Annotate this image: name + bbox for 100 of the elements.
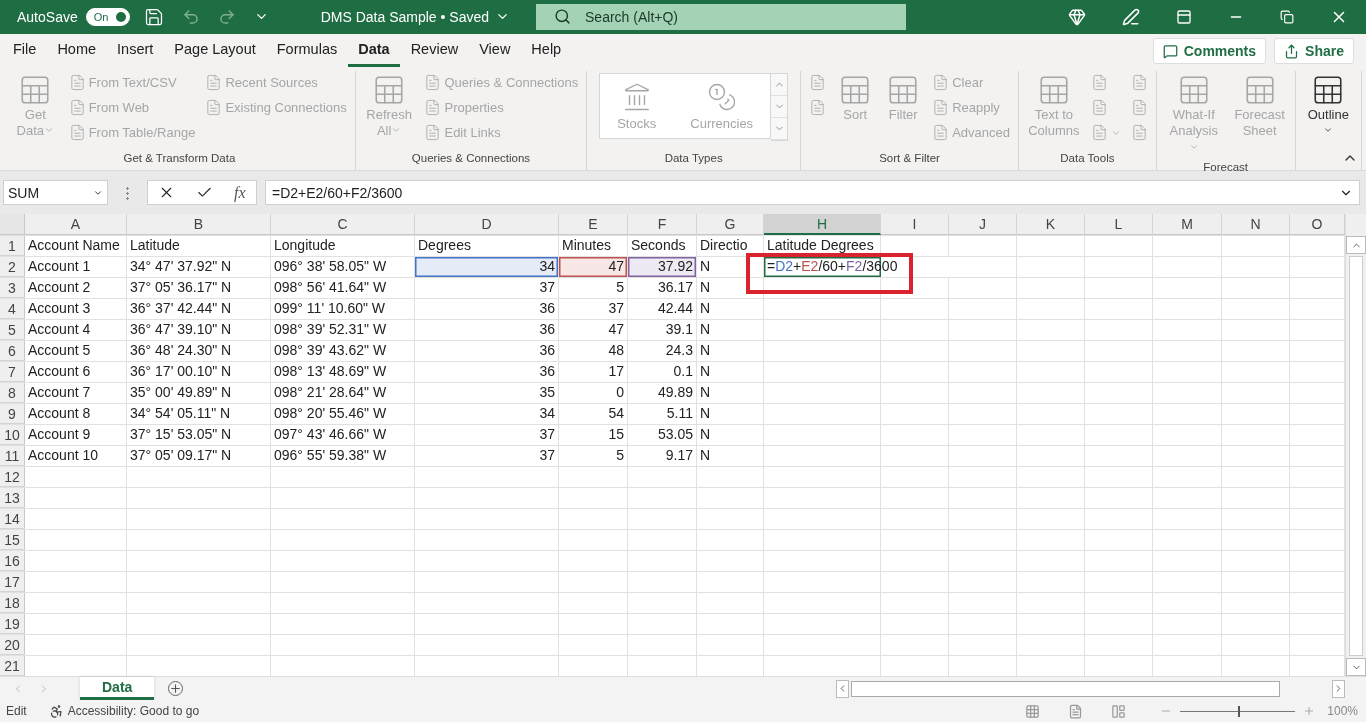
column-header[interactable]: B — [127, 214, 271, 236]
table-cell-text: 097° 43' 46.66" W — [273, 425, 388, 445]
row-header[interactable]: 2 — [0, 257, 25, 278]
column-header[interactable]: A — [25, 214, 127, 236]
column-header[interactable]: O — [1290, 214, 1345, 236]
scrollbar-thumb[interactable] — [1349, 256, 1363, 657]
row-header[interactable]: 17 — [0, 572, 25, 593]
column-header[interactable]: M — [1153, 214, 1222, 236]
accessibility-status[interactable]: Accessibility: Good to go — [48, 703, 200, 719]
ribbon-display-icon[interactable] — [1176, 8, 1192, 25]
table-cell-text: 0.1 — [672, 362, 694, 382]
table-cell-text: 36° 37' 42.44" N — [129, 299, 233, 319]
row-header[interactable]: 6 — [0, 341, 25, 362]
column-header[interactable]: I — [881, 214, 949, 236]
row-header[interactable]: 16 — [0, 551, 25, 572]
row-header[interactable]: 4 — [0, 299, 25, 320]
table-cell-text: 34° 47' 37.92" N — [129, 257, 233, 277]
table-cell-text: 36 — [538, 299, 556, 319]
document-icon — [1090, 99, 1108, 116]
group-label: Forecast — [1203, 159, 1249, 175]
column-header[interactable]: N — [1222, 214, 1290, 236]
insert-function-button[interactable]: fx — [234, 183, 246, 202]
table-cell-text: Account 8 — [27, 404, 92, 424]
row-header[interactable]: 3 — [0, 278, 25, 299]
pen-icon[interactable] — [1122, 7, 1140, 26]
row-header[interactable]: 20 — [0, 635, 25, 656]
table-cell: 34 — [415, 257, 558, 278]
row-header[interactable]: 1 — [0, 236, 25, 257]
table-cell-text: Longitude — [273, 236, 337, 256]
scroll-down-button[interactable] — [1346, 658, 1366, 677]
row-header[interactable]: 15 — [0, 530, 25, 551]
column-header[interactable]: G — [697, 214, 764, 236]
table-cell-text: Minutes — [561, 236, 613, 256]
column-header[interactable]: E — [559, 214, 628, 236]
column-header[interactable]: F — [628, 214, 697, 236]
table-cell-text: 37° 05' 36.17" N — [129, 278, 233, 298]
column-header[interactable]: D — [415, 214, 559, 236]
redo-icon[interactable] — [217, 7, 236, 26]
menu-tab[interactable]: Formulas — [266, 41, 348, 67]
row-header[interactable]: 10 — [0, 425, 25, 446]
column-header[interactable]: K — [1017, 214, 1085, 236]
ribbon-button[interactable]: Outline — [1301, 71, 1355, 142]
search-field[interactable]: Search (Alt+Q) — [536, 3, 907, 30]
column-header[interactable]: J — [949, 214, 1017, 236]
zoom-in-icon[interactable] — [1303, 705, 1316, 718]
menu-tab[interactable]: Review — [400, 41, 469, 67]
table-cell-text: 34° 54' 05.11" N — [129, 404, 232, 424]
table-cell-text: 098° 56' 41.64" W — [273, 278, 388, 298]
row-header[interactable]: 18 — [0, 593, 25, 614]
row-header[interactable]: 12 — [0, 467, 25, 488]
menu-tab[interactable]: View — [469, 41, 521, 67]
row-header[interactable]: 11 — [0, 446, 25, 467]
row-header[interactable]: 14 — [0, 509, 25, 530]
formula-field[interactable]: =D2+E2/60+F2/3600 — [265, 180, 1360, 206]
table-cell-text: 5.11 — [665, 404, 694, 424]
document-icon — [205, 99, 223, 116]
column-header[interactable]: C — [271, 214, 415, 236]
table-cell-text: Account 2 — [27, 278, 92, 298]
row-header[interactable]: 8 — [0, 383, 25, 404]
table-cell-text: 35 — [538, 383, 556, 403]
restore-icon[interactable] — [1280, 9, 1294, 24]
save-icon[interactable] — [143, 6, 164, 27]
share-button[interactable]: Share — [1274, 38, 1354, 64]
scroll-left-button[interactable] — [836, 679, 849, 698]
menu-tab[interactable]: Home — [47, 41, 107, 67]
document-icon — [424, 74, 442, 91]
page-break-icon[interactable] — [1111, 703, 1127, 719]
table-cell-text: N — [699, 257, 712, 277]
document-icon — [809, 74, 827, 91]
menu-tab[interactable]: Help — [521, 41, 572, 67]
column-header[interactable]: L — [1085, 214, 1153, 236]
menu-tab[interactable]: Insert — [107, 41, 164, 67]
name-box[interactable]: SUM — [3, 180, 108, 206]
page-layout-icon[interactable] — [1068, 703, 1084, 719]
scroll-up-button[interactable] — [1346, 236, 1366, 255]
row-header[interactable]: 7 — [0, 362, 25, 383]
table-cell-text: N — [699, 446, 712, 466]
scrollbar-thumb[interactable] — [851, 680, 1280, 697]
window-title[interactable]: DMS Data Sample • Saved — [320, 8, 490, 25]
row-header[interactable]: 5 — [0, 320, 25, 341]
scroll-right-button[interactable] — [1332, 679, 1345, 698]
row-header[interactable]: 19 — [0, 614, 25, 635]
select-all-button[interactable] — [0, 214, 25, 236]
diamond-icon[interactable] — [1068, 7, 1086, 26]
sheet-tab[interactable]: Data — [80, 677, 155, 701]
table-cell-text: N — [699, 278, 712, 298]
autosave-toggle[interactable]: On — [85, 7, 130, 26]
table-cell-text: Account 3 — [27, 299, 92, 319]
row-header[interactable]: 21 — [0, 656, 25, 677]
document-icon — [932, 74, 950, 91]
column-header[interactable]: H — [764, 214, 881, 236]
table-cell-text: Account 1 — [27, 257, 92, 277]
normal-view-icon[interactable] — [1025, 703, 1041, 719]
undo-icon[interactable] — [181, 7, 200, 26]
row-header[interactable]: 13 — [0, 488, 25, 509]
menu-tab[interactable]: File — [3, 41, 47, 67]
menu-tab[interactable]: Page Layout — [164, 41, 266, 67]
comments-button[interactable]: Comments — [1152, 38, 1267, 64]
row-header[interactable]: 9 — [0, 404, 25, 425]
table-cell-text: N — [699, 299, 712, 319]
